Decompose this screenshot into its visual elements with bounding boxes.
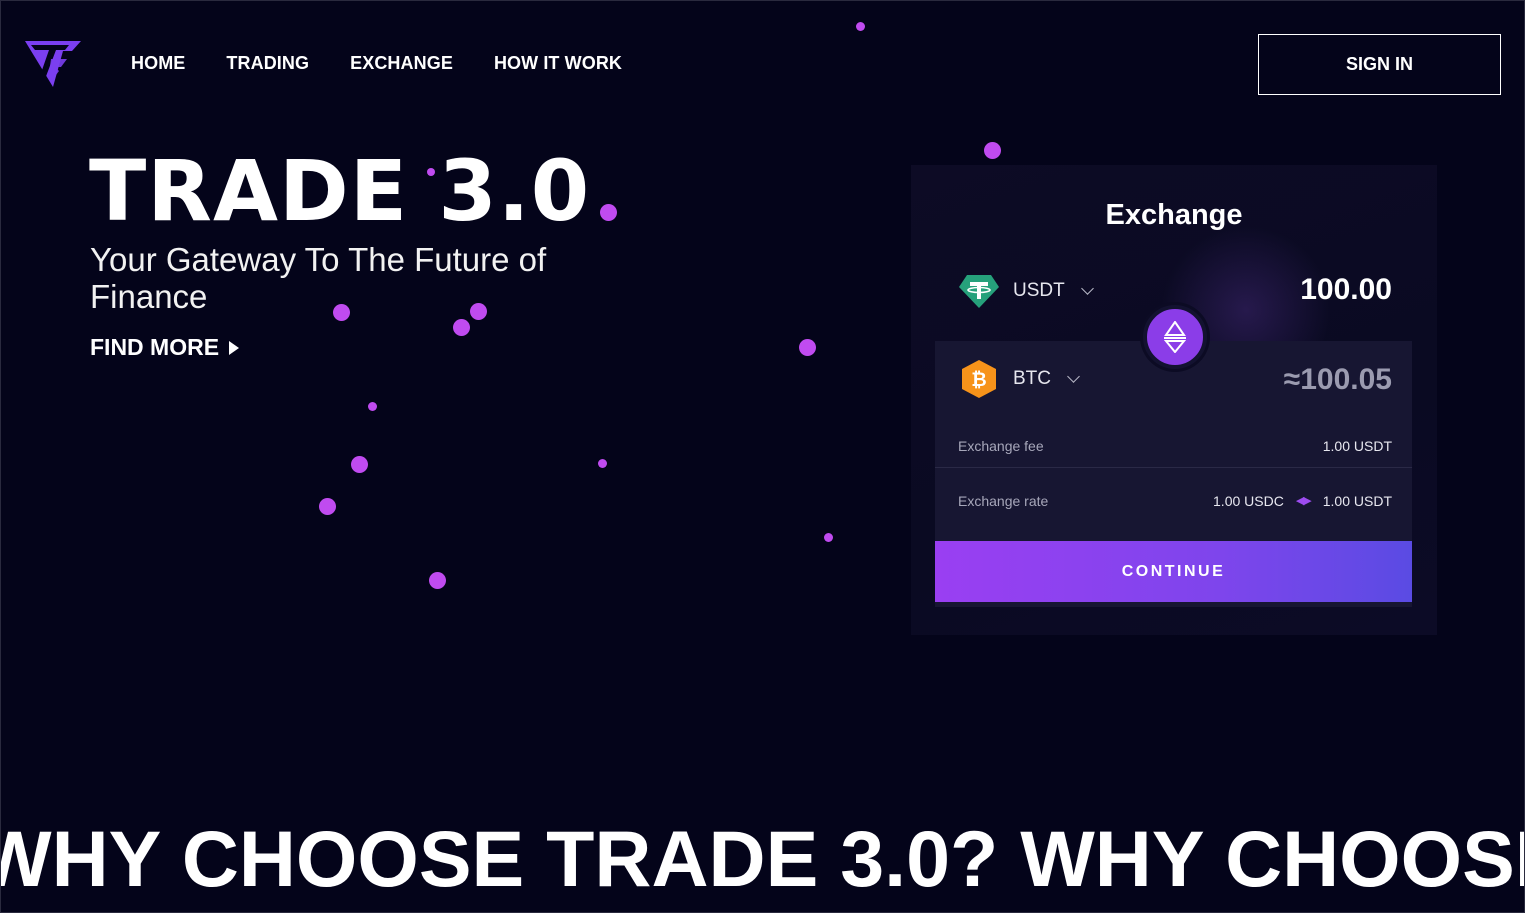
- rate-right: 1.00 USDT: [1322, 492, 1392, 509]
- decor-dot: [824, 533, 833, 542]
- decor-dot: [453, 319, 470, 336]
- decor-dot: [799, 339, 816, 356]
- to-coin-select[interactable]: ₿ BTC: [959, 359, 1080, 399]
- decor-dot: [598, 459, 607, 468]
- logo-icon[interactable]: [25, 39, 81, 89]
- chevron-down-icon: [1080, 281, 1094, 295]
- to-row: ₿ BTC ≈100.05 Exchange fee 1.00 USDT Exc…: [935, 341, 1412, 607]
- decor-dot: [368, 402, 377, 411]
- page: HOME TRADING EXCHANGE HOW IT WORK SIGN I…: [0, 0, 1525, 913]
- nav-trading-link[interactable]: TRADING: [226, 53, 309, 74]
- exchange-rate-value: 1.00 USDC ◀▶ 1.00 USDT: [1213, 493, 1392, 509]
- from-coin-select[interactable]: USDT: [959, 273, 1094, 309]
- continue-button[interactable]: CONTINUE: [935, 541, 1412, 602]
- hero-subtitle: Your Gateway To The Future of Finance: [90, 241, 547, 315]
- exchange-title: Exchange: [1105, 199, 1243, 231]
- nav-home-link[interactable]: HOME: [131, 53, 185, 74]
- decor-dot: [319, 498, 336, 515]
- play-icon: [229, 340, 240, 355]
- decor-dot: [856, 22, 865, 31]
- sign-in-button[interactable]: SIGN IN: [1258, 34, 1501, 95]
- exchange-card: Exchange USDT 100.00 ₿ BTC ≈100.05 Excha…: [911, 165, 1437, 635]
- exchange-fee-label: Exchange fee: [958, 437, 1044, 454]
- rate-left: 1.00 USDC: [1213, 492, 1284, 509]
- exchange-fee-value: 1.00 USDT: [1322, 437, 1392, 454]
- find-more-label: FIND MORE: [90, 334, 220, 360]
- exchange-arrows-icon: ◀▶: [1295, 495, 1312, 507]
- btc-icon: ₿: [962, 360, 996, 398]
- marquee-text: WHY CHOOSE TRADE 3.0? WHY CHOOSE TRADE 3…: [1, 814, 1524, 903]
- swap-icon: [1163, 321, 1187, 353]
- from-coin-name: USDT: [1013, 280, 1065, 301]
- exchange-fee-row: Exchange fee 1.00 USDT: [935, 418, 1412, 473]
- decor-dot: [429, 572, 446, 589]
- divider: [935, 467, 1412, 468]
- decor-dot: [351, 456, 368, 473]
- exchange-rate-label: Exchange rate: [958, 492, 1049, 509]
- main-nav: HOME TRADING EXCHANGE HOW IT WORK: [131, 53, 622, 74]
- svg-text:₿: ₿: [971, 369, 986, 391]
- from-amount-input[interactable]: 100.00: [1300, 273, 1392, 307]
- to-amount-value: ≈100.05: [1283, 363, 1392, 396]
- to-coin-name: BTC: [1013, 368, 1051, 389]
- decor-dot: [984, 142, 1001, 159]
- decor-dot: [600, 204, 617, 221]
- chevron-down-icon: [1067, 369, 1080, 383]
- nav-how-it-work-link[interactable]: HOW IT WORK: [494, 53, 622, 74]
- exchange-rate-row: Exchange rate 1.00 USDC ◀▶ 1.00 USDT: [935, 473, 1412, 528]
- swap-button[interactable]: [1143, 305, 1207, 369]
- nav-exchange-link[interactable]: EXCHANGE: [350, 53, 453, 74]
- find-more-button[interactable]: FIND MORE: [90, 334, 240, 361]
- hero-title: TRADE 3.0: [89, 142, 591, 240]
- usdt-icon: [959, 275, 999, 308]
